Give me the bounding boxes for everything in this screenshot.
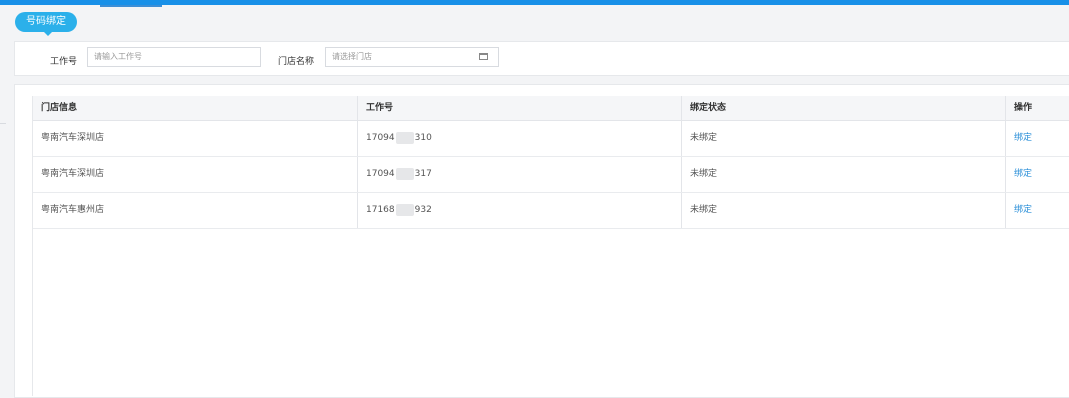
store-cell: 粤南汽车惠州店	[41, 205, 105, 215]
status-cell: 未绑定	[681, 157, 1005, 192]
job-number-suffix: 310	[414, 133, 432, 143]
redaction-mask	[395, 167, 414, 180]
store-select-placeholder: 请选择门店	[332, 52, 372, 61]
job-number-cell: 17094 317	[357, 157, 681, 192]
status-cell: 未绑定	[681, 193, 1005, 228]
table-header-row: 门店信息 工作号 绑定状态 操作	[33, 96, 1069, 121]
store-name-label: 门店名称	[278, 57, 315, 67]
page-title: 号码绑定	[15, 12, 77, 36]
header-action: 操作	[1005, 96, 1069, 120]
calendar-icon[interactable]	[479, 53, 488, 60]
redaction-mask	[395, 131, 414, 144]
store-cell: 粤南汽车深圳店	[41, 169, 105, 179]
bind-link[interactable]: 绑定	[1014, 205, 1032, 215]
job-number-prefix: 17168	[366, 205, 395, 215]
job-number-prefix: 17094	[366, 169, 395, 179]
binding-table: 门店信息 工作号 绑定状态 操作 粤南汽车深圳店 17094 310 未绑定 绑定…	[32, 96, 1069, 396]
status-cell: 未绑定	[681, 121, 1005, 156]
job-number-suffix: 932	[414, 205, 432, 215]
action-cell: 绑定	[1005, 193, 1069, 228]
store-cell: 粤南汽车深圳店	[41, 133, 105, 143]
bind-link[interactable]: 绑定	[1014, 169, 1032, 179]
table-row: 粤南汽车深圳店 17094 317 未绑定 绑定	[33, 157, 1069, 193]
job-number-cell: 17094 310	[357, 121, 681, 156]
job-number-prefix: 17094	[366, 133, 395, 143]
header-binding-status: 绑定状态	[681, 96, 1005, 120]
action-cell: 绑定	[1005, 157, 1069, 192]
active-tab-indicator	[100, 5, 162, 7]
redaction-mask	[395, 203, 414, 216]
action-cell: 绑定	[1005, 121, 1069, 156]
job-number-input[interactable]: 请输入工作号	[87, 47, 261, 67]
left-divider	[0, 123, 6, 124]
header-store-info: 门店信息	[41, 103, 78, 113]
job-number-label: 工作号	[50, 57, 78, 67]
filter-panel: 工作号 请输入工作号 门店名称 请选择门店	[14, 41, 1069, 76]
table-panel: 门店信息 工作号 绑定状态 操作 粤南汽车深圳店 17094 310 未绑定 绑定…	[14, 84, 1069, 398]
job-number-suffix: 317	[414, 169, 432, 179]
job-number-cell: 17168 932	[357, 193, 681, 228]
table-row: 粤南汽车惠州店 17168 932 未绑定 绑定	[33, 193, 1069, 229]
table-row: 粤南汽车深圳店 17094 310 未绑定 绑定	[33, 121, 1069, 157]
store-select[interactable]: 请选择门店	[325, 47, 499, 67]
bind-link[interactable]: 绑定	[1014, 133, 1032, 143]
header-job-number: 工作号	[357, 96, 681, 120]
